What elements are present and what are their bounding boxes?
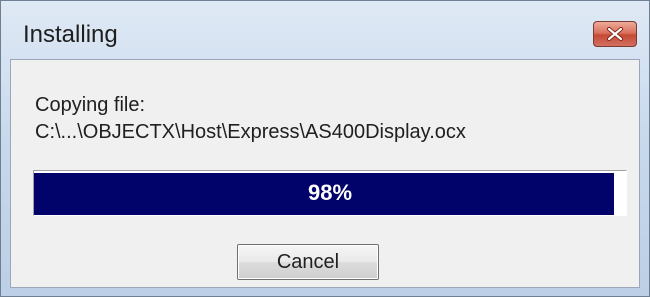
installer-window: Installing Copying file: C:\...\OBJECTX\… xyxy=(0,0,650,297)
close-button[interactable] xyxy=(593,21,637,47)
cancel-button[interactable]: Cancel xyxy=(237,244,379,280)
status-label: Copying file: xyxy=(35,94,146,116)
progress-percent-text: 98% xyxy=(307,180,353,205)
progress-bar: 98% xyxy=(33,170,627,216)
close-icon xyxy=(606,27,624,41)
title-bar[interactable]: Installing xyxy=(1,1,649,57)
dialog-body: Copying file: C:\...\OBJECTX\Host\Expres… xyxy=(10,59,640,288)
file-path-label: C:\...\OBJECTX\Host\Express\AS400Display… xyxy=(35,121,466,143)
window-title: Installing xyxy=(23,21,118,48)
